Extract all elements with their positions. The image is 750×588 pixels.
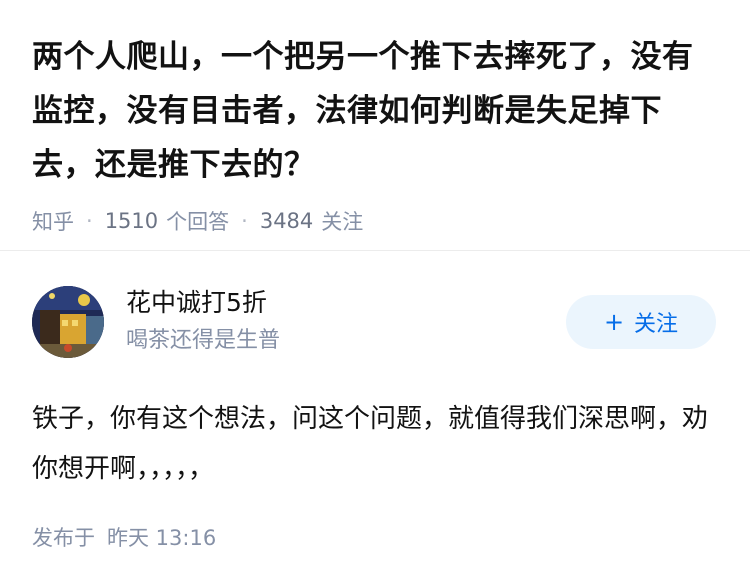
answer-count: 1510 — [104, 209, 159, 233]
source-label: 知乎 — [32, 210, 74, 234]
follow-button[interactable]: + 关注 — [566, 295, 716, 349]
section-divider — [0, 250, 750, 251]
follower-count-label: 关注 — [321, 210, 364, 234]
answer-card: 花中诚打5折 喝茶还得是生普 + 关注 铁子，你有这个想法，问这个问题，就值得我… — [32, 284, 718, 494]
published-label: 发布于 — [32, 526, 95, 550]
question-header: 两个人爬山，一个把另一个推下去摔死了，没有监控，没有目击者，法律如何判断是失足掉… — [0, 0, 750, 234]
follower-count: 3484 — [259, 209, 314, 233]
author-row: 花中诚打5折 喝茶还得是生普 + 关注 — [32, 284, 718, 360]
follow-button-label: 关注 — [634, 312, 679, 337]
avatar-painting-icon — [32, 286, 104, 358]
answer-count-label: 个回答 — [166, 210, 230, 234]
author-name[interactable]: 花中诚打5折 — [126, 286, 566, 320]
question-title[interactable]: 两个人爬山，一个把另一个推下去摔死了，没有监控，没有目击者，法律如何判断是失足掉… — [32, 30, 718, 192]
meta-separator: · — [241, 209, 248, 233]
answer-content[interactable]: 铁子，你有这个想法，问这个问题，就值得我们深思啊，劝你想开啊，，，，， — [32, 394, 718, 494]
published-time: 昨天 13:16 — [107, 526, 217, 550]
meta-separator: · — [86, 209, 93, 233]
author-info: 花中诚打5折 喝茶还得是生普 — [126, 286, 566, 358]
author-bio: 喝茶还得是生普 — [126, 328, 281, 353]
answer-publish-time: 发布于 昨天 13:16 — [32, 522, 216, 552]
question-meta: 知乎 · 1510 个回答 · 3484 关注 — [32, 206, 718, 236]
avatar[interactable] — [32, 286, 104, 358]
question-page: 两个人爬山，一个把另一个推下去摔死了，没有监控，没有目击者，法律如何判断是失足掉… — [0, 0, 750, 588]
plus-icon: + — [603, 308, 625, 336]
